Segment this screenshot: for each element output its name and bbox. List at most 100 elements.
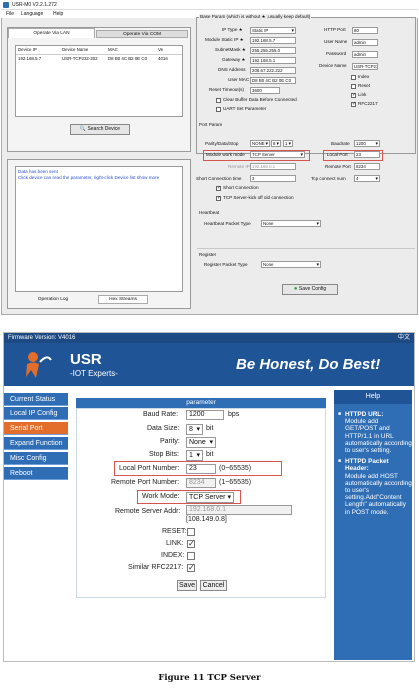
row-mac[interactable]: D8 B0 4C B2 0E C0 bbox=[108, 56, 147, 62]
register-select[interactable]: None bbox=[261, 261, 321, 268]
baudrate-select[interactable]: 1200 bbox=[354, 140, 380, 147]
remote-ip-label: Remote IP bbox=[228, 164, 250, 169]
save-config-label: Save Config bbox=[298, 286, 327, 292]
stop-bits-select[interactable]: 1 bbox=[186, 450, 203, 461]
clear-buffer-checkbox[interactable] bbox=[216, 98, 221, 103]
heartbeat-select[interactable]: None bbox=[261, 220, 321, 227]
local-port-field[interactable]: 23 bbox=[354, 151, 380, 158]
data-size-label: Data Size: bbox=[147, 425, 180, 432]
index-checkbox[interactable] bbox=[351, 75, 356, 80]
parity-select[interactable]: NONE bbox=[250, 140, 270, 147]
parity-label: Parity/Data/Stop bbox=[205, 141, 239, 146]
baud-unit: bps bbox=[228, 411, 240, 418]
index-label: Index bbox=[358, 74, 370, 79]
tab-hex-streams[interactable]: Hex Streams bbox=[98, 295, 148, 304]
remote-addr-field[interactable]: 192.168.0.1 bbox=[186, 505, 292, 515]
tab-operation-log[interactable]: Operation Log bbox=[33, 296, 73, 304]
cancel-button-web[interactable]: Cancel bbox=[200, 580, 227, 591]
data-size-select[interactable]: 8 bbox=[186, 424, 203, 435]
save-config-button[interactable]: ● Save Config bbox=[282, 284, 338, 295]
stop-unit: bit bbox=[206, 451, 214, 458]
short-time-field[interactable]: 3 bbox=[250, 175, 296, 182]
nav-current-status[interactable]: Current Status bbox=[4, 393, 68, 406]
work-mode-select[interactable]: TCP Server bbox=[250, 151, 305, 158]
rfc2217-label-web: Similar RFC2217: bbox=[128, 564, 184, 571]
heartbeat-title: Heartbeat bbox=[199, 210, 220, 215]
kick-old-label: TCP Server-kick off old connection bbox=[223, 195, 294, 200]
data-select[interactable]: 8 bbox=[271, 140, 281, 147]
menu-help[interactable]: Help bbox=[53, 11, 63, 17]
help-item-httpd-url: HTTPD URL:Module add GET/POST and HTTP/1… bbox=[336, 411, 412, 454]
mask-label: SubnetMask ★ bbox=[215, 47, 246, 52]
short-connection-checkbox[interactable] bbox=[216, 185, 221, 191]
mac-label: User MAC bbox=[228, 77, 250, 82]
usr-logo-icon bbox=[23, 350, 53, 380]
nav-misc-config[interactable]: Misc Config bbox=[4, 452, 68, 465]
nav-reboot[interactable]: Reboot bbox=[4, 467, 68, 480]
reset-label-web: RESET: bbox=[162, 528, 187, 535]
save-icon: ● bbox=[293, 286, 298, 292]
heartbeat-label: Heartbeat Packet Type bbox=[204, 221, 251, 226]
rfc2217-checkbox-web[interactable] bbox=[187, 563, 195, 572]
nav-expand-function[interactable]: Expand Function bbox=[4, 437, 68, 450]
user-name-label: User Name bbox=[324, 39, 348, 44]
work-mode-select-web[interactable]: TCP Server bbox=[186, 492, 234, 503]
nav-local-ip-config[interactable]: Local IP Config bbox=[4, 407, 68, 420]
reset-timeout-field[interactable]: 3600 bbox=[250, 87, 280, 94]
password-field[interactable]: admin bbox=[352, 51, 378, 58]
user-name-field[interactable]: admin bbox=[352, 39, 378, 46]
mask-field[interactable]: 255.255.255.0 bbox=[250, 47, 296, 54]
remote-port-field-web[interactable]: 8234 bbox=[186, 478, 216, 488]
local-port-field-web[interactable]: 23 bbox=[186, 464, 216, 474]
tab-lan[interactable]: Operate Via LAN bbox=[8, 28, 95, 38]
language-link[interactable]: 中文 bbox=[398, 333, 410, 343]
nav-serial-port[interactable]: Serial Port bbox=[4, 422, 68, 435]
tcp-num-select[interactable]: 4 bbox=[354, 175, 380, 182]
base-param-title: Base Param (which is without ★ ,usually … bbox=[199, 14, 312, 20]
usr-logo-sub: -IOT Experts- bbox=[70, 369, 118, 378]
baud-rate-field[interactable]: 1200 bbox=[186, 410, 224, 420]
menu-language[interactable]: Language bbox=[21, 11, 43, 17]
password-label: Password bbox=[326, 51, 347, 56]
usr-logo-text: USR bbox=[70, 351, 102, 368]
col-device-name: Device Name bbox=[62, 47, 89, 52]
index-label-web: INDEX: bbox=[161, 552, 185, 559]
parity-select-web[interactable]: None bbox=[186, 437, 216, 448]
link-label-web: LINK: bbox=[166, 540, 184, 547]
gateway-field[interactable]: 192.168.5.1 bbox=[250, 57, 296, 64]
help-content: HTTPD URL:Module add GET/POST and HTTP/1… bbox=[336, 411, 412, 520]
reset-checkbox-web[interactable] bbox=[187, 528, 195, 536]
row-version[interactable]: 4016 bbox=[158, 56, 168, 62]
slogan: Be Honest, Do Best! bbox=[236, 356, 381, 373]
tab-com[interactable]: Operate Via COM bbox=[96, 30, 188, 38]
device-name-field[interactable]: USR-TCP232 bbox=[352, 63, 378, 70]
mac-field[interactable]: D8 B0 4C B2 0E C0 bbox=[250, 77, 296, 84]
http-port-field[interactable]: 80 bbox=[352, 27, 378, 34]
short-connection-label: Short Connection bbox=[223, 185, 259, 190]
menu-file[interactable]: File bbox=[6, 11, 14, 17]
remote-port-field[interactable]: 8234 bbox=[354, 163, 380, 170]
title-bar: USR-M0 V2.2.1.272 bbox=[1, 1, 418, 10]
parity-label-web: Parity: bbox=[160, 438, 180, 445]
link-checkbox-web[interactable] bbox=[187, 539, 195, 548]
reset-checkbox[interactable] bbox=[351, 84, 356, 89]
rfc2217-checkbox[interactable] bbox=[351, 101, 356, 107]
dns-field[interactable]: 208.67.222.222 bbox=[250, 67, 296, 74]
window-title: USR-M0 V2.2.1.272 bbox=[12, 2, 57, 8]
stop-select[interactable]: 1 bbox=[283, 140, 293, 147]
link-checkbox[interactable] bbox=[351, 92, 356, 98]
remote-ip-field[interactable]: 192.168.0.1 bbox=[250, 163, 296, 170]
uart-set-checkbox[interactable] bbox=[216, 107, 221, 112]
short-time-label: Short Connection time bbox=[196, 176, 242, 181]
row-ip[interactable]: 192.168.5.7 bbox=[18, 56, 41, 62]
remote-port-label-web: Remote Port Number: bbox=[111, 479, 180, 486]
kick-old-checkbox[interactable] bbox=[216, 195, 221, 201]
row-name[interactable]: USR-TCP232-302 bbox=[62, 56, 98, 62]
ip-field[interactable]: 192.168.5.7 bbox=[250, 37, 296, 44]
register-label: Register Packet Type bbox=[204, 262, 248, 267]
save-button-web[interactable]: Save bbox=[177, 580, 197, 591]
log-area[interactable]: Data has been sent Click device can read… bbox=[15, 166, 183, 292]
ip-type-select[interactable]: Static IP bbox=[250, 27, 296, 34]
search-device-button[interactable]: 🔍 Search Device bbox=[70, 124, 130, 135]
index-checkbox-web[interactable] bbox=[187, 552, 195, 560]
